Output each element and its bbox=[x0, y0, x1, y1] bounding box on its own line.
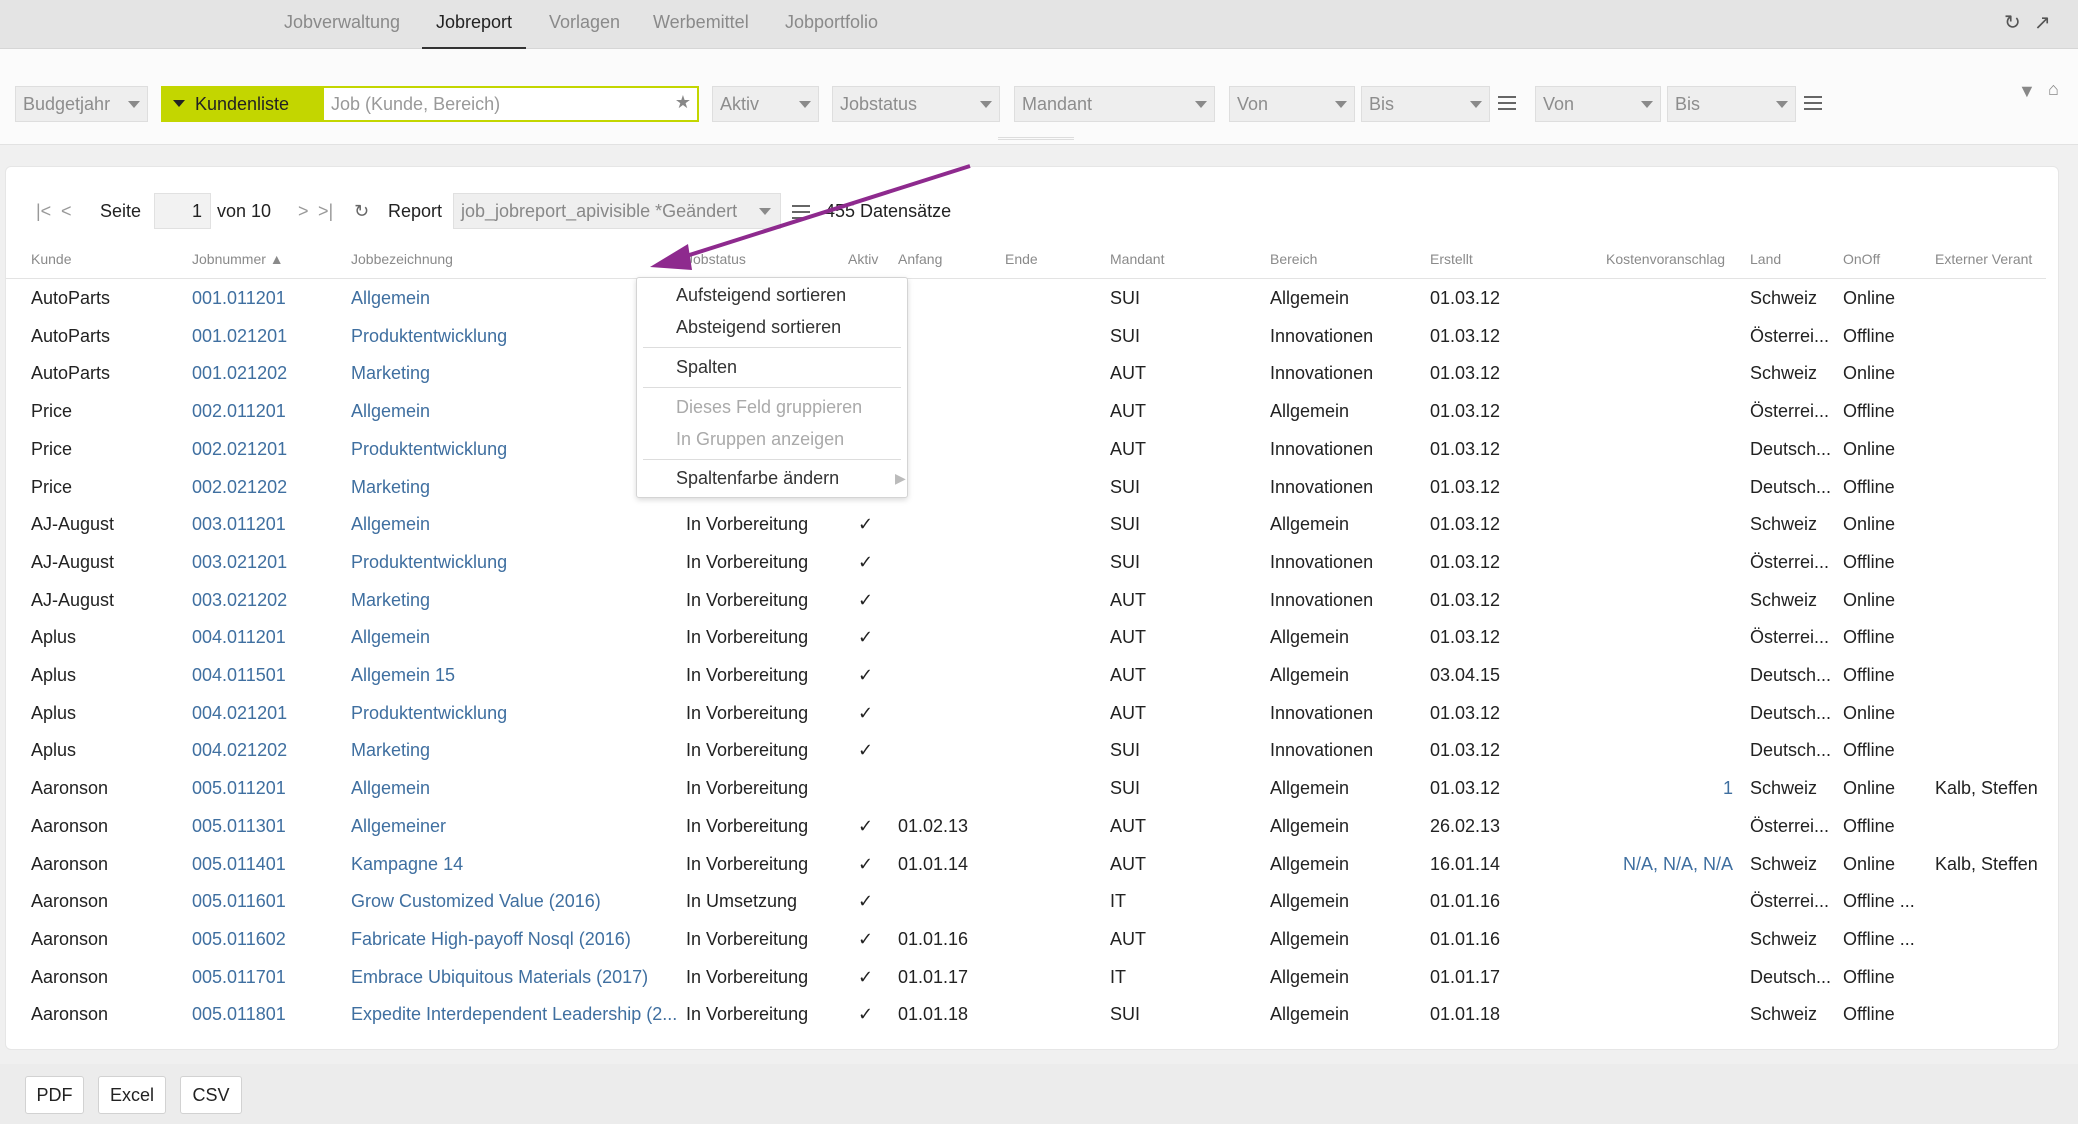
annotation-arrow bbox=[650, 164, 971, 270]
export-bar: PDF Excel CSV bbox=[0, 1064, 2078, 1124]
export-csv-button[interactable]: CSV bbox=[180, 1076, 242, 1114]
export-excel-button[interactable]: Excel bbox=[98, 1076, 166, 1114]
export-pdf-button[interactable]: PDF bbox=[25, 1076, 84, 1114]
